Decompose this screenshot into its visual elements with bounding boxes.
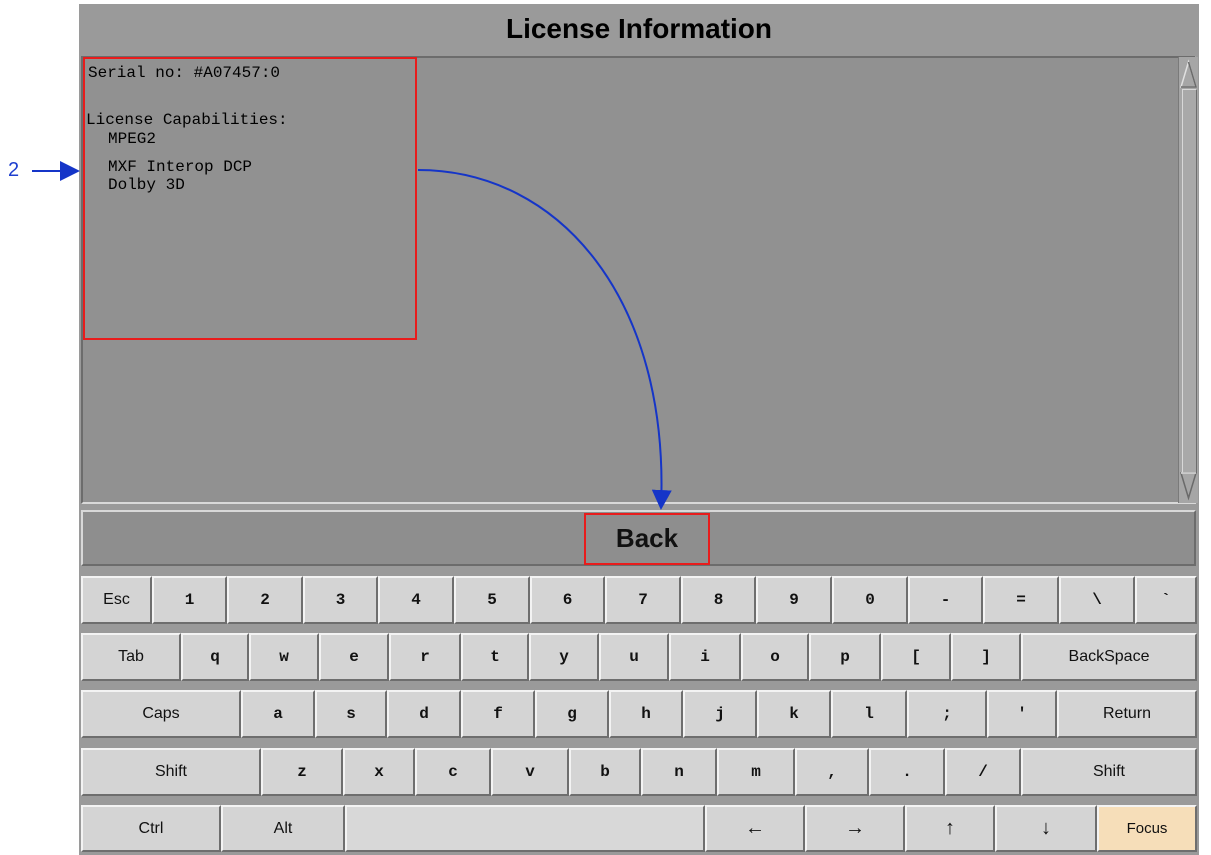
key-b[interactable]: b [569,748,641,796]
key-semicolon[interactable]: ; [907,690,987,738]
key-comma[interactable]: , [795,748,869,796]
key-m[interactable]: m [717,748,795,796]
key-0[interactable]: 0 [832,576,908,624]
key-k[interactable]: k [757,690,831,738]
key-2[interactable]: 2 [227,576,303,624]
key-arrow-up[interactable]: ↑ [905,805,995,852]
key-period[interactable]: . [869,748,945,796]
key-return[interactable]: Return [1057,690,1197,738]
key-h[interactable]: h [609,690,683,738]
key-y[interactable]: y [529,633,599,681]
key-a[interactable]: a [241,690,315,738]
key-arrow-left[interactable]: ← [705,805,805,852]
key-g[interactable]: g [535,690,609,738]
key-arrow-down[interactable]: ↓ [995,805,1097,852]
key-j[interactable]: j [683,690,757,738]
key-8[interactable]: 8 [681,576,756,624]
key-n[interactable]: n [641,748,717,796]
key-right-bracket[interactable]: ] [951,633,1021,681]
annotation-curve-arrow-icon [417,169,672,510]
key-1[interactable]: 1 [152,576,227,624]
key-esc[interactable]: Esc [81,576,152,624]
annotation-number: 2 [8,159,20,181]
key-7[interactable]: 7 [605,576,681,624]
key-backtick[interactable]: ` [1135,576,1197,624]
key-shift-right[interactable]: Shift [1021,748,1197,796]
key-z[interactable]: z [261,748,343,796]
key-slash[interactable]: / [945,748,1021,796]
key-focus[interactable]: Focus [1097,805,1197,852]
key-4[interactable]: 4 [378,576,454,624]
key-c[interactable]: c [415,748,491,796]
key-minus[interactable]: - [908,576,983,624]
key-p[interactable]: p [809,633,881,681]
key-w[interactable]: w [249,633,319,681]
key-r[interactable]: r [389,633,461,681]
key-equals[interactable]: = [983,576,1059,624]
key-backspace[interactable]: BackSpace [1021,633,1197,681]
key-tab[interactable]: Tab [81,633,181,681]
key-5[interactable]: 5 [454,576,530,624]
key-l[interactable]: l [831,690,907,738]
key-q[interactable]: q [181,633,249,681]
key-3[interactable]: 3 [303,576,378,624]
key-i[interactable]: i [669,633,741,681]
key-backslash[interactable]: \ [1059,576,1135,624]
key-space[interactable] [345,805,705,852]
key-caps[interactable]: Caps [81,690,241,738]
key-f[interactable]: f [461,690,535,738]
key-ctrl[interactable]: Ctrl [81,805,221,852]
key-alt[interactable]: Alt [221,805,345,852]
key-x[interactable]: x [343,748,415,796]
key-o[interactable]: o [741,633,809,681]
key-t[interactable]: t [461,633,529,681]
key-v[interactable]: v [491,748,569,796]
key-s[interactable]: s [315,690,387,738]
key-shift-left[interactable]: Shift [81,748,261,796]
key-d[interactable]: d [387,690,461,738]
key-6[interactable]: 6 [530,576,605,624]
key-apostrophe[interactable]: ' [987,690,1057,738]
key-arrow-right[interactable]: → [805,805,905,852]
key-9[interactable]: 9 [756,576,832,624]
key-u[interactable]: u [599,633,669,681]
key-e[interactable]: e [319,633,389,681]
key-left-bracket[interactable]: [ [881,633,951,681]
